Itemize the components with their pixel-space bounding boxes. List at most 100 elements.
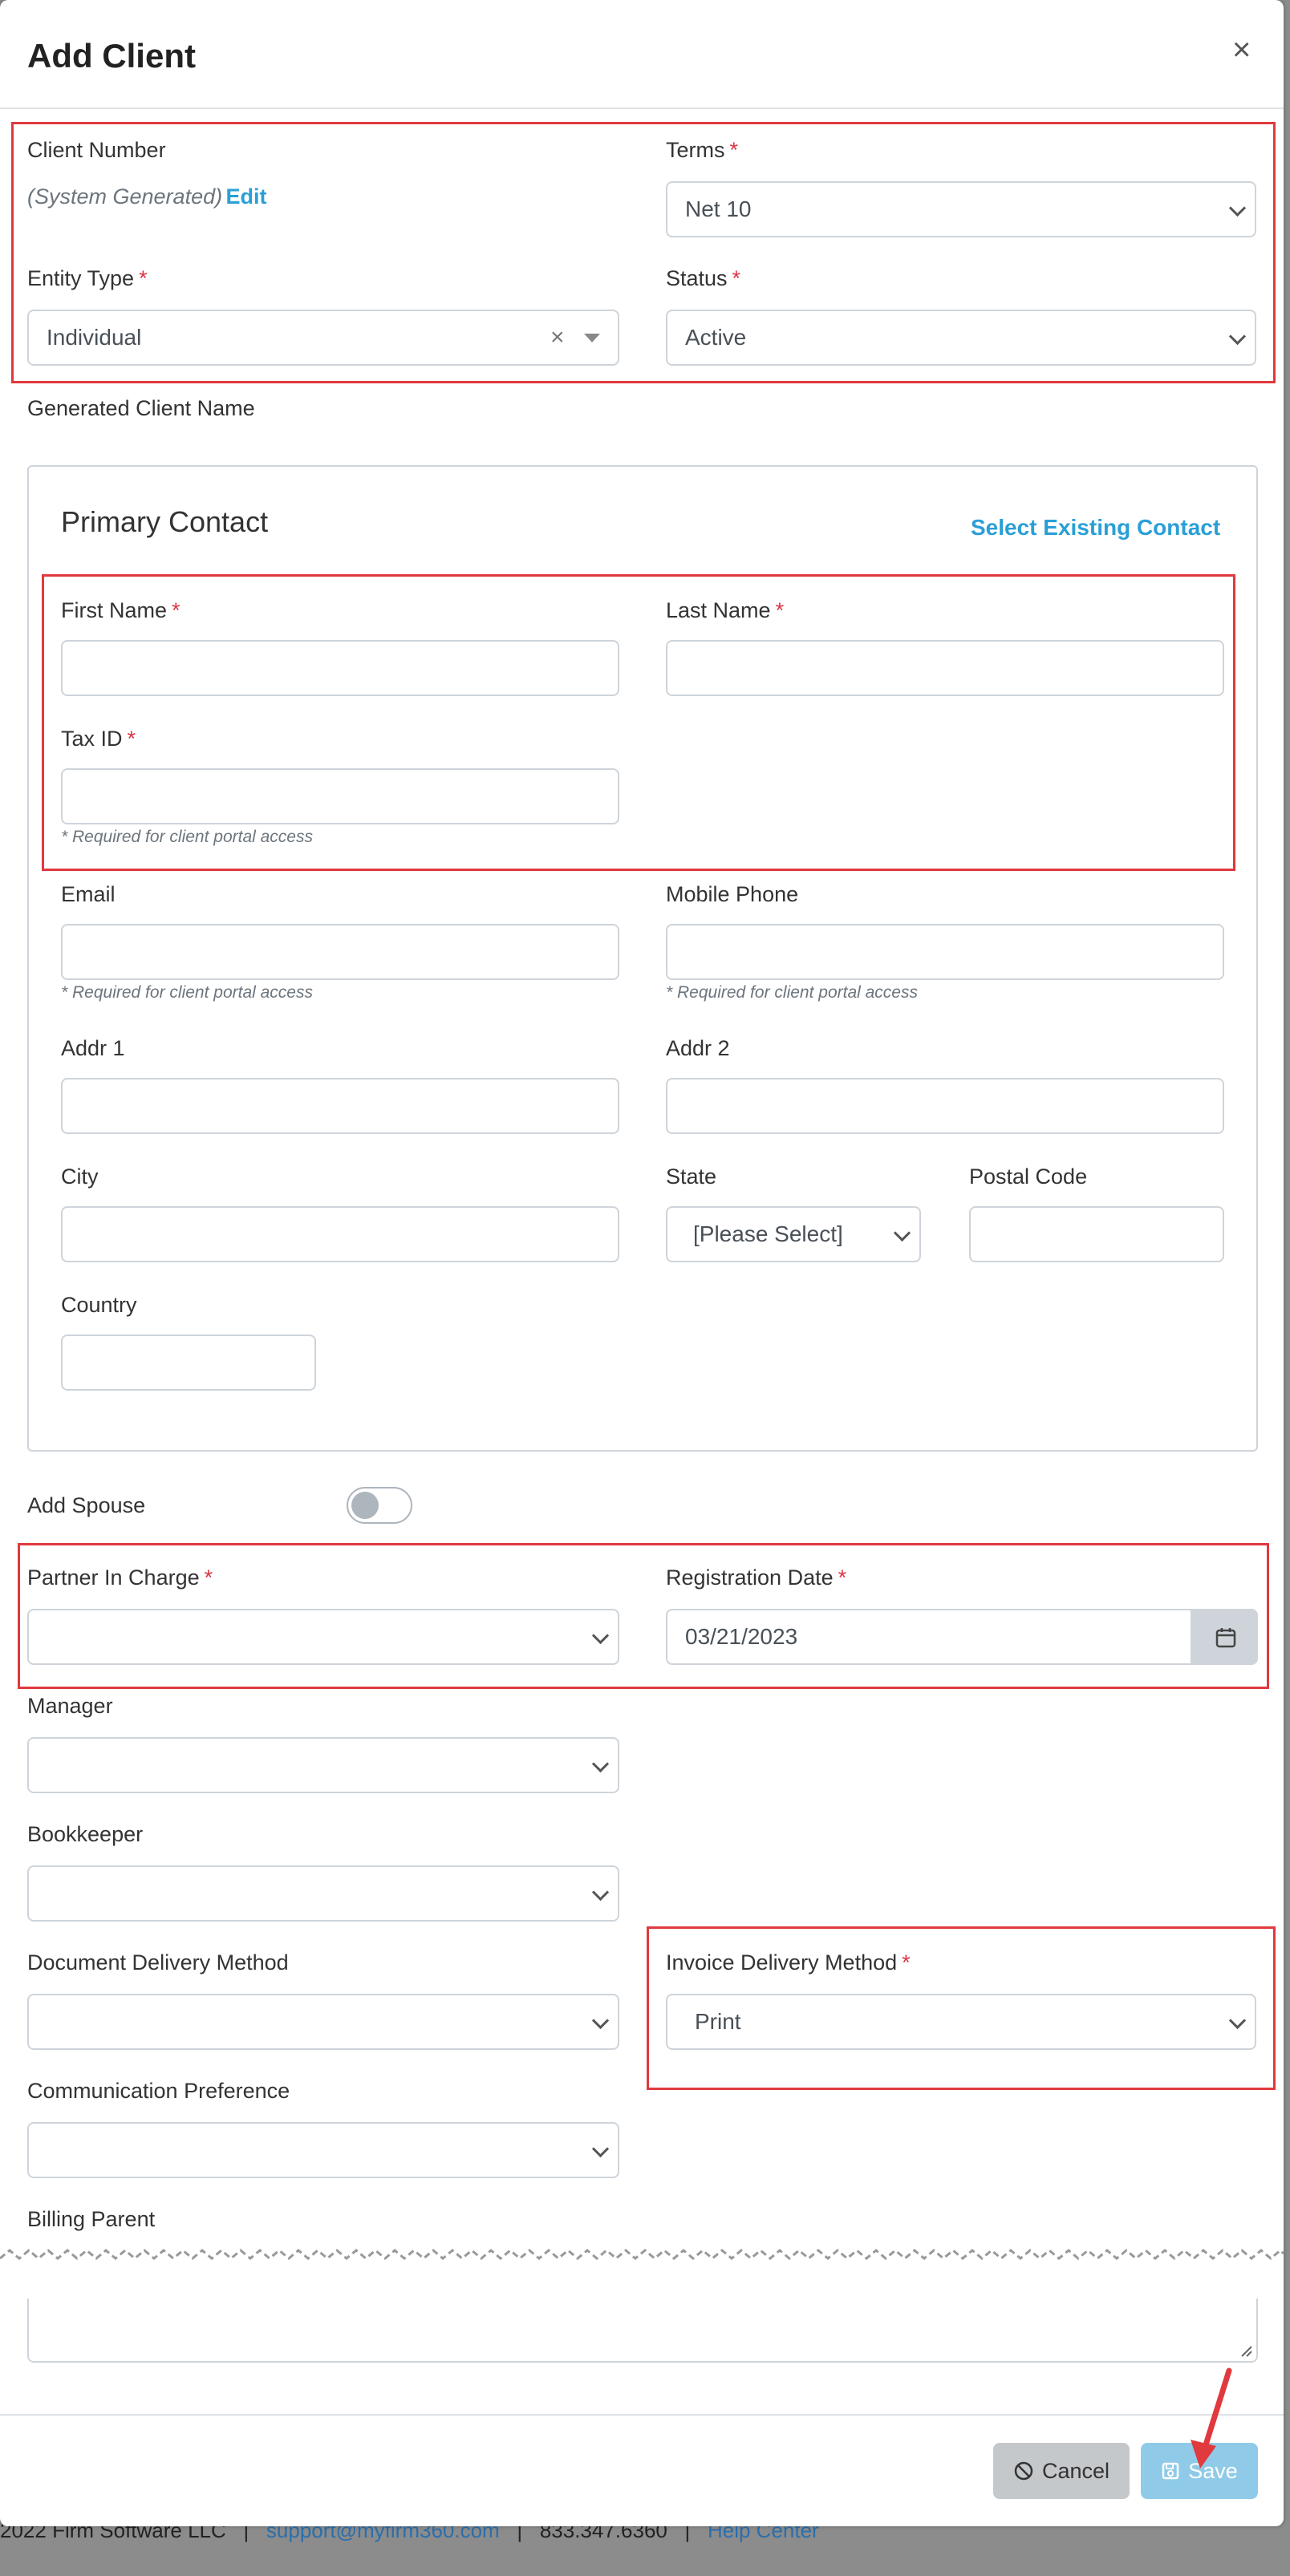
- close-icon[interactable]: ×: [1232, 32, 1251, 68]
- city-label: City: [61, 1164, 99, 1189]
- registration-date-input[interactable]: 03/21/2023: [666, 1609, 1192, 1665]
- client-number-edit-link[interactable]: Edit: [226, 184, 267, 209]
- annotation-arrow-icon: [1191, 2367, 1232, 2469]
- status-value: Active: [685, 325, 747, 350]
- city-input[interactable]: [61, 1206, 619, 1262]
- client-number-value: (System Generated) Edit: [27, 184, 267, 209]
- first-name-label-text: First Name: [61, 598, 168, 622]
- postal-code-input[interactable]: [969, 1206, 1224, 1262]
- mobile-phone-input[interactable]: [666, 924, 1224, 980]
- required-mark: *: [204, 1565, 213, 1590]
- toggle-knob: [351, 1492, 379, 1519]
- bookkeeper-select[interactable]: [27, 1865, 619, 1922]
- invoice-delivery-select[interactable]: Print: [666, 1994, 1256, 2050]
- invoice-delivery-value: Print: [695, 2009, 741, 2034]
- primary-contact-title: Primary Contact: [61, 505, 269, 538]
- tax-id-label-text: Tax ID: [61, 727, 123, 751]
- document-delivery-select[interactable]: [27, 1994, 619, 2050]
- torn-edge-divider: [0, 2242, 1284, 2270]
- tax-id-hint: * Required for client portal access: [61, 828, 313, 846]
- mobile-phone-hint: * Required for client portal access: [666, 983, 918, 1002]
- client-number-label: Client Number: [27, 138, 166, 162]
- notes-textarea[interactable]: [27, 2299, 1258, 2363]
- state-select[interactable]: [Please Select]: [666, 1206, 921, 1262]
- addr2-input[interactable]: [666, 1078, 1224, 1134]
- terms-label-text: Terms: [666, 138, 725, 162]
- chevron-down-icon: [1228, 199, 1247, 217]
- chevron-down-icon: [591, 1883, 610, 1902]
- chevron-down-icon: [591, 1755, 610, 1773]
- caret-down-icon: [584, 334, 600, 342]
- registration-date-value: 03/21/2023: [685, 1624, 798, 1649]
- save-icon: [1162, 2462, 1179, 2480]
- tax-id-label: Tax ID *: [61, 727, 136, 751]
- chevron-down-icon: [1228, 2011, 1247, 2030]
- first-name-input[interactable]: [61, 640, 619, 696]
- status-label-text: Status: [666, 266, 728, 290]
- modal-title: Add Client: [27, 37, 196, 75]
- billing-parent-label: Billing Parent: [27, 2207, 156, 2231]
- partner-in-charge-label-text: Partner In Charge: [27, 1565, 200, 1590]
- client-number-generated: (System Generated): [27, 184, 223, 209]
- resize-handle-icon[interactable]: [1240, 2345, 1253, 2358]
- terms-value: Net 10: [685, 196, 752, 221]
- clear-icon[interactable]: ×: [550, 311, 565, 364]
- registration-date-label: Registration Date *: [666, 1565, 846, 1590]
- chevron-down-icon: [591, 2140, 610, 2158]
- chevron-down-icon: [1228, 327, 1247, 346]
- entity-type-label: Entity Type *: [27, 266, 148, 291]
- bookkeeper-label: Bookkeeper: [27, 1822, 144, 1846]
- required-mark: *: [729, 138, 739, 162]
- calendar-button[interactable]: [1192, 1609, 1258, 1665]
- required-mark: *: [838, 1565, 847, 1590]
- manager-label: Manager: [27, 1694, 113, 1718]
- header-divider: [0, 107, 1284, 109]
- add-spouse-toggle[interactable]: [347, 1487, 412, 1524]
- partner-in-charge-select[interactable]: [27, 1609, 619, 1665]
- required-mark: *: [902, 1950, 911, 1975]
- chevron-down-icon: [591, 2011, 610, 2030]
- required-mark: *: [127, 727, 136, 751]
- chevron-down-icon: [893, 1224, 911, 1242]
- email-input[interactable]: [61, 924, 619, 980]
- first-name-label: First Name *: [61, 598, 181, 623]
- email-label: Email: [61, 882, 116, 906]
- required-mark: *: [172, 598, 181, 622]
- document-delivery-label: Document Delivery Method: [27, 1950, 289, 1975]
- country-input[interactable]: [61, 1335, 316, 1391]
- communication-preference-select[interactable]: [27, 2122, 619, 2178]
- status-select[interactable]: Active: [666, 310, 1256, 366]
- postal-code-label: Postal Code: [969, 1164, 1088, 1189]
- state-label: State: [666, 1164, 717, 1189]
- invoice-delivery-label: Invoice Delivery Method *: [666, 1950, 911, 1975]
- chevron-down-icon: [591, 1626, 610, 1645]
- registration-date-label-text: Registration Date: [666, 1565, 834, 1590]
- tax-id-input[interactable]: [61, 768, 619, 824]
- mobile-phone-label: Mobile Phone: [666, 882, 799, 906]
- last-name-label-text: Last Name: [666, 598, 771, 622]
- select-existing-contact-link[interactable]: Select Existing Contact: [971, 515, 1220, 541]
- highlight-box: [42, 574, 1235, 871]
- entity-type-label-text: Entity Type: [27, 266, 135, 290]
- calendar-icon: [1215, 1628, 1236, 1648]
- cancel-button[interactable]: Cancel: [993, 2443, 1130, 2499]
- last-name-label: Last Name *: [666, 598, 784, 623]
- email-hint: * Required for client portal access: [61, 983, 313, 1002]
- cancel-button-label: Cancel: [1041, 2458, 1110, 2483]
- last-name-input[interactable]: [666, 640, 1224, 696]
- communication-preference-label: Communication Preference: [27, 2079, 290, 2103]
- add-client-modal: Add Client × Client Number (System Gener…: [0, 0, 1284, 2526]
- terms-select[interactable]: Net 10: [666, 181, 1256, 237]
- addr2-label: Addr 2: [666, 1036, 730, 1060]
- state-value: [Please Select]: [693, 1221, 843, 1246]
- required-mark: *: [732, 266, 741, 290]
- addr1-input[interactable]: [61, 1078, 619, 1134]
- footer-divider: [0, 2414, 1284, 2416]
- required-mark: *: [139, 266, 148, 290]
- manager-select[interactable]: [27, 1737, 619, 1793]
- generated-client-name-label: Generated Client Name: [27, 396, 255, 420]
- entity-type-select[interactable]: Individual ×: [27, 310, 619, 366]
- terms-label: Terms *: [666, 138, 738, 163]
- add-spouse-label: Add Spouse: [27, 1493, 146, 1517]
- invoice-delivery-label-text: Invoice Delivery Method: [666, 1950, 898, 1975]
